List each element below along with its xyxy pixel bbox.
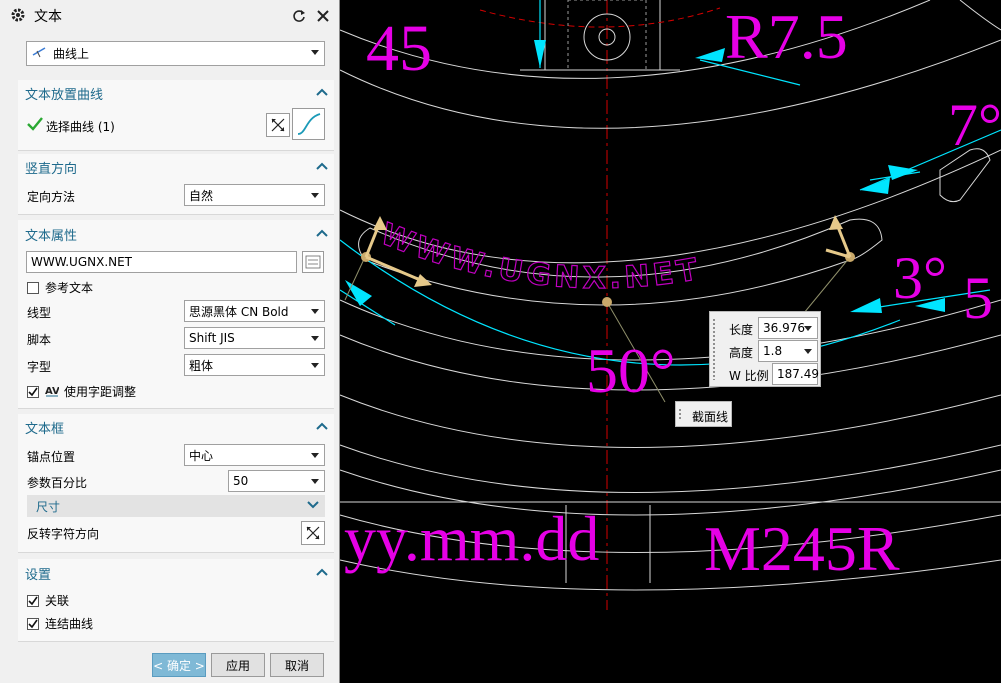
checkbox-checked-icon[interactable] bbox=[27, 594, 39, 607]
line-type-label: 线型 bbox=[27, 306, 52, 320]
wscale-input[interactable]: 187.49 bbox=[772, 363, 819, 385]
length-combo[interactable]: 36.976 bbox=[758, 317, 818, 339]
dropdown-arrow-icon bbox=[804, 326, 812, 331]
settings-header[interactable]: 设置 bbox=[25, 564, 51, 583]
collapse-chevron-icon[interactable] bbox=[316, 566, 328, 580]
dropdown-arrow-icon bbox=[311, 453, 319, 458]
anchor-combo[interactable]: 中心 bbox=[184, 444, 325, 466]
measurement-box: 长度 36.976 高度 1.8 W 比例 187.49 bbox=[709, 311, 821, 387]
curve-type-icon bbox=[31, 45, 47, 62]
text-type-value: 曲线上 bbox=[53, 47, 90, 61]
dropdown-arrow-icon bbox=[804, 349, 812, 354]
dropdown-arrow-icon bbox=[311, 363, 319, 368]
dim-r75: R7.5 bbox=[725, 1, 848, 72]
line-type-value: 思源黑体 CN Bold bbox=[189, 304, 289, 319]
dropdown-arrow-icon bbox=[311, 309, 319, 314]
checkbox-checked-icon[interactable] bbox=[27, 385, 39, 398]
drag-grip[interactable] bbox=[678, 408, 682, 420]
param-percent-value: 50 bbox=[233, 474, 249, 488]
reverse-direction-icon[interactable] bbox=[266, 113, 290, 137]
kerning-icon: AV bbox=[45, 383, 60, 400]
kerning-checkbox[interactable]: AV 使用字距调整 bbox=[27, 383, 136, 400]
ok-button[interactable]: < 确定 > bbox=[152, 653, 206, 677]
anchor-value: 中心 bbox=[189, 448, 214, 463]
size-label: 尺寸 bbox=[36, 499, 61, 514]
checkbox-box[interactable] bbox=[27, 281, 39, 294]
line-type-combo[interactable]: 思源黑体 CN Bold bbox=[184, 300, 325, 322]
reset-icon[interactable] bbox=[291, 8, 307, 24]
dropdown-arrow-icon bbox=[311, 336, 319, 341]
dropdown-arrow-icon bbox=[311, 193, 319, 198]
apply-button[interactable]: 应用 bbox=[211, 653, 265, 677]
dropdown-arrow-icon bbox=[311, 50, 319, 55]
length-value: 36.976 bbox=[763, 321, 805, 335]
dim-7deg: 7° bbox=[948, 92, 1001, 158]
reverse-char-label: 反转字符方向 bbox=[27, 527, 100, 541]
reverse-char-icon[interactable] bbox=[301, 521, 325, 545]
height-combo[interactable]: 1.8 bbox=[758, 340, 818, 362]
associative-checkbox[interactable]: 关联 bbox=[27, 592, 69, 609]
text-props-header[interactable]: 文本属性 bbox=[25, 225, 77, 244]
associative-label: 关联 bbox=[45, 594, 70, 608]
drag-grip[interactable] bbox=[712, 318, 716, 380]
curve-select-icon[interactable] bbox=[292, 108, 325, 140]
collapse-chevron-icon[interactable] bbox=[316, 86, 328, 100]
close-icon[interactable] bbox=[315, 8, 331, 24]
expand-chevron-icon[interactable] bbox=[307, 499, 319, 513]
dimension-texts: 45 R7.5 7° 3° 5 50° yy.mm.dd M245R bbox=[344, 1, 1001, 584]
join-curves-label: 连结曲线 bbox=[45, 617, 94, 631]
dim-50deg: 50° bbox=[586, 335, 676, 406]
dialog-title: 文本 bbox=[34, 9, 62, 25]
text-m245r: M245R bbox=[704, 513, 900, 584]
cancel-button[interactable]: 取消 bbox=[270, 653, 324, 677]
orient-method-combo[interactable]: 自然 bbox=[184, 184, 325, 206]
orient-method-label: 定向方法 bbox=[27, 190, 76, 204]
svg-text:AV: AV bbox=[45, 386, 59, 397]
script-value: Shift JIS bbox=[189, 331, 235, 345]
collapse-chevron-icon[interactable] bbox=[316, 160, 328, 174]
font-style-combo[interactable]: 粗体 bbox=[184, 354, 325, 376]
red-arc bbox=[479, 7, 721, 28]
parameter-list-icon[interactable] bbox=[302, 251, 324, 273]
ref-text-checkbox[interactable]: 参考文本 bbox=[27, 279, 93, 296]
collapse-chevron-icon[interactable] bbox=[316, 420, 328, 434]
collapse-chevron-icon[interactable] bbox=[316, 227, 328, 241]
section-tag-label: 截面线 bbox=[692, 410, 729, 424]
script-label: 脚本 bbox=[27, 333, 52, 347]
dialog-titlebar[interactable]: 文本 bbox=[0, 0, 339, 32]
dim-3deg: 3° bbox=[893, 245, 947, 311]
size-subsection[interactable]: 尺寸 bbox=[27, 495, 325, 517]
select-curve-label[interactable]: 选择曲线 (1) bbox=[46, 118, 115, 135]
join-curves-checkbox[interactable]: 连结曲线 bbox=[27, 615, 93, 632]
text-input[interactable]: WWW.UGNX.NET bbox=[26, 251, 297, 273]
text-dialog: 文本 曲线上 文本放置曲线 选择曲线 (1) 竖直方向 定向方法 自然 文本属性… bbox=[0, 0, 340, 683]
dim-5: 5 bbox=[963, 265, 993, 331]
dropdown-arrow-icon bbox=[311, 479, 319, 484]
text-input-value: WWW.UGNX.NET bbox=[31, 255, 133, 269]
orient-method-value: 自然 bbox=[189, 188, 214, 203]
script-combo[interactable]: Shift JIS bbox=[184, 327, 325, 349]
anchor-label: 锚点位置 bbox=[27, 450, 76, 464]
placement-curve-header[interactable]: 文本放置曲线 bbox=[25, 84, 103, 103]
gear-icon[interactable] bbox=[10, 7, 26, 26]
height-value: 1.8 bbox=[763, 344, 783, 358]
kerning-label: 使用字距调整 bbox=[64, 385, 137, 399]
param-percent-combo[interactable]: 50 bbox=[228, 470, 325, 492]
param-percent-label: 参数百分比 bbox=[27, 476, 88, 490]
text-yymmdd: yy.mm.dd bbox=[344, 503, 599, 574]
section-line-tag[interactable]: 截面线 bbox=[675, 401, 732, 427]
ref-text-label: 参考文本 bbox=[45, 281, 94, 295]
font-style-value: 粗体 bbox=[189, 358, 214, 373]
wscale-value: 187.49 bbox=[777, 367, 819, 381]
check-icon bbox=[27, 117, 43, 134]
dim-45: 45 bbox=[366, 12, 432, 85]
height-label: 高度 bbox=[729, 346, 754, 360]
length-label: 长度 bbox=[729, 323, 754, 337]
checkbox-checked-icon[interactable] bbox=[27, 617, 39, 630]
vertical-direction-header[interactable]: 竖直方向 bbox=[25, 158, 77, 177]
text-frame-header[interactable]: 文本框 bbox=[25, 418, 64, 437]
text-type-combo[interactable]: 曲线上 bbox=[26, 41, 325, 66]
font-style-label: 字型 bbox=[27, 360, 52, 374]
wscale-label: W 比例 bbox=[729, 369, 769, 383]
